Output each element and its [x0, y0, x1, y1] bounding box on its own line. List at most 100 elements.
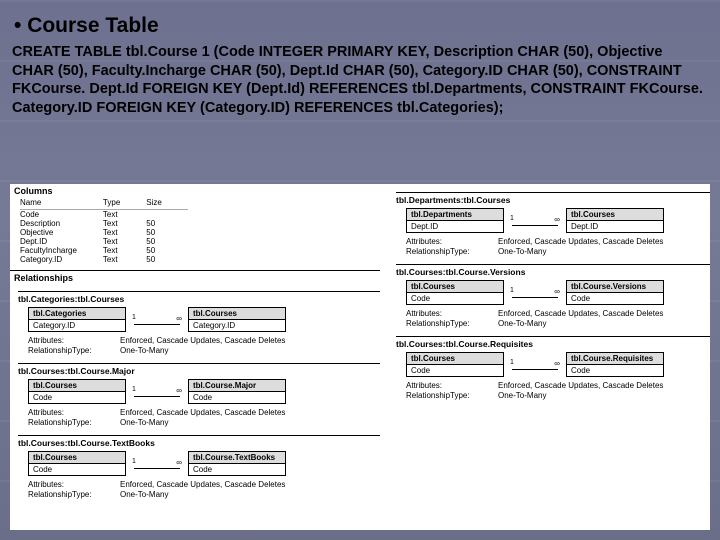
table-cell: Text	[103, 255, 146, 264]
entity-box: tbl.Course.TextBooksCode	[188, 451, 286, 476]
entity-field: Code	[29, 392, 125, 403]
table-cell: 50	[146, 255, 188, 264]
table-row: FacultyInchargeText50	[20, 246, 188, 255]
meta-value: One-To-Many	[498, 391, 710, 400]
table-cell: Description	[20, 219, 103, 228]
table-cell: Text	[103, 246, 146, 255]
meta-value: One-To-Many	[120, 418, 380, 427]
relationship-connector-icon	[134, 324, 180, 325]
table-cell: Text	[103, 219, 146, 228]
doc-left-column: Columns Name Type Size CodeTextDescripti…	[10, 184, 380, 501]
entity-box: tbl.CoursesCode	[406, 280, 504, 305]
entity-field: Category.ID	[29, 320, 125, 331]
entity-title: tbl.Courses	[407, 353, 503, 365]
er-diagram: tbl.CoursesCodetbl.Course.RequisitesCode	[406, 352, 710, 377]
table-cell: Code	[20, 210, 103, 220]
entity-box: tbl.CoursesCode	[28, 451, 126, 476]
entity-box: tbl.Course.VersionsCode	[566, 280, 664, 305]
meta-value: One-To-Many	[498, 247, 710, 256]
relationship-name: tbl.Courses:tbl.Course.TextBooks	[18, 435, 380, 448]
relationship-block: tbl.Categories:tbl.Coursestbl.Categories…	[18, 291, 380, 355]
er-diagram: tbl.CoursesCodetbl.Course.MajorCode	[28, 379, 380, 404]
meta-value: Enforced, Cascade Updates, Cascade Delet…	[120, 336, 380, 345]
entity-title: tbl.Courses	[189, 308, 285, 320]
entity-field: Category.ID	[189, 320, 285, 331]
meta-value: Enforced, Cascade Updates, Cascade Delet…	[498, 237, 710, 246]
col-hdr-size: Size	[146, 198, 188, 210]
relationship-meta: Attributes:Enforced, Cascade Updates, Ca…	[28, 408, 380, 427]
entity-box: tbl.CoursesDept.ID	[566, 208, 664, 233]
table-cell: 50	[146, 228, 188, 237]
relationship-name: tbl.Courses:tbl.Course.Versions	[396, 264, 710, 277]
entity-field: Code	[189, 392, 285, 403]
meta-value: Enforced, Cascade Updates, Cascade Delet…	[120, 480, 380, 489]
entity-box: tbl.DepartmentsDept.ID	[406, 208, 504, 233]
relationship-name: tbl.Courses:tbl.Course.Major	[18, 363, 380, 376]
columns-table: Name Type Size CodeTextDescriptionText50…	[20, 198, 188, 264]
relationship-meta: Attributes:Enforced, Cascade Updates, Ca…	[406, 309, 710, 328]
col-hdr-name: Name	[20, 198, 103, 210]
table-cell: FacultyIncharge	[20, 246, 103, 255]
er-diagram: tbl.CoursesCodetbl.Course.TextBooksCode	[28, 451, 380, 476]
entity-field: Code	[567, 365, 663, 376]
er-diagram: tbl.CoursesCodetbl.Course.VersionsCode	[406, 280, 710, 305]
meta-label: Attributes:	[406, 309, 498, 318]
entity-field: Code	[189, 464, 285, 475]
entity-title: tbl.Courses	[407, 281, 503, 293]
table-cell: Text	[103, 210, 146, 220]
meta-label: RelationshipType:	[28, 418, 120, 427]
entity-title: tbl.Course.Major	[189, 380, 285, 392]
relationship-name: tbl.Departments:tbl.Courses	[396, 192, 710, 205]
slide-title: Course Table	[27, 14, 158, 37]
table-cell: 50	[146, 219, 188, 228]
table-cell: Objective	[20, 228, 103, 237]
er-diagram: tbl.DepartmentsDept.IDtbl.CoursesDept.ID	[406, 208, 710, 233]
entity-title: tbl.Course.Versions	[567, 281, 663, 293]
columns-heading: Columns	[10, 184, 380, 196]
entity-field: Code	[407, 293, 503, 304]
meta-value: One-To-Many	[120, 490, 380, 499]
entity-title: tbl.Departments	[407, 209, 503, 221]
relationship-meta: Attributes:Enforced, Cascade Updates, Ca…	[406, 237, 710, 256]
meta-label: RelationshipType:	[406, 391, 498, 400]
relationship-connector-icon	[134, 396, 180, 397]
relationship-connector-icon	[512, 369, 558, 370]
meta-label: Attributes:	[28, 480, 120, 489]
relationship-meta: Attributes:Enforced, Cascade Updates, Ca…	[28, 480, 380, 499]
entity-box: tbl.CoursesCode	[28, 379, 126, 404]
entity-field: Dept.ID	[567, 221, 663, 232]
meta-label: Attributes:	[28, 336, 120, 345]
table-row: ObjectiveText50	[20, 228, 188, 237]
entity-title: tbl.Categories	[29, 308, 125, 320]
relationship-connector-icon	[134, 468, 180, 469]
bullet-marker: •	[14, 14, 27, 37]
meta-value: Enforced, Cascade Updates, Cascade Delet…	[498, 381, 710, 390]
meta-value: Enforced, Cascade Updates, Cascade Delet…	[498, 309, 710, 318]
entity-box: tbl.CoursesCategory.ID	[188, 307, 286, 332]
entity-box: tbl.Course.MajorCode	[188, 379, 286, 404]
table-cell: 50	[146, 237, 188, 246]
col-hdr-type: Type	[103, 198, 146, 210]
entity-field: Dept.ID	[407, 221, 503, 232]
doc-right-column: tbl.Departments:tbl.Courses tbl.Departmen…	[388, 184, 710, 402]
sql-statement: CREATE TABLE tbl.Course 1 (Code INTEGER …	[0, 43, 720, 127]
table-cell: Category.ID	[20, 255, 103, 264]
table-cell: Text	[103, 228, 146, 237]
meta-label: Attributes:	[406, 237, 498, 246]
relationship-meta: Attributes:Enforced, Cascade Updates, Ca…	[28, 336, 380, 355]
entity-field: Code	[567, 293, 663, 304]
meta-value: One-To-Many	[498, 319, 710, 328]
relationship-block: tbl.Courses:tbl.Course.Versions tbl.Cours…	[396, 264, 710, 328]
relationships-heading: Relationships	[10, 270, 380, 283]
table-row: Category.IDText50	[20, 255, 188, 264]
slide-header: • Course Table	[0, 0, 720, 43]
er-diagram: tbl.CategoriesCategory.IDtbl.CoursesCate…	[28, 307, 380, 332]
entity-title: tbl.Courses	[29, 452, 125, 464]
table-cell: Dept.ID	[20, 237, 103, 246]
relationship-meta: Attributes:Enforced, Cascade Updates, Ca…	[406, 381, 710, 400]
relationship-connector-icon	[512, 297, 558, 298]
relationship-connector-icon	[512, 225, 558, 226]
table-cell: 50	[146, 246, 188, 255]
meta-label: RelationshipType:	[406, 319, 498, 328]
relationship-block: tbl.Courses:tbl.Course.TextBooks tbl.Cour…	[18, 435, 380, 499]
